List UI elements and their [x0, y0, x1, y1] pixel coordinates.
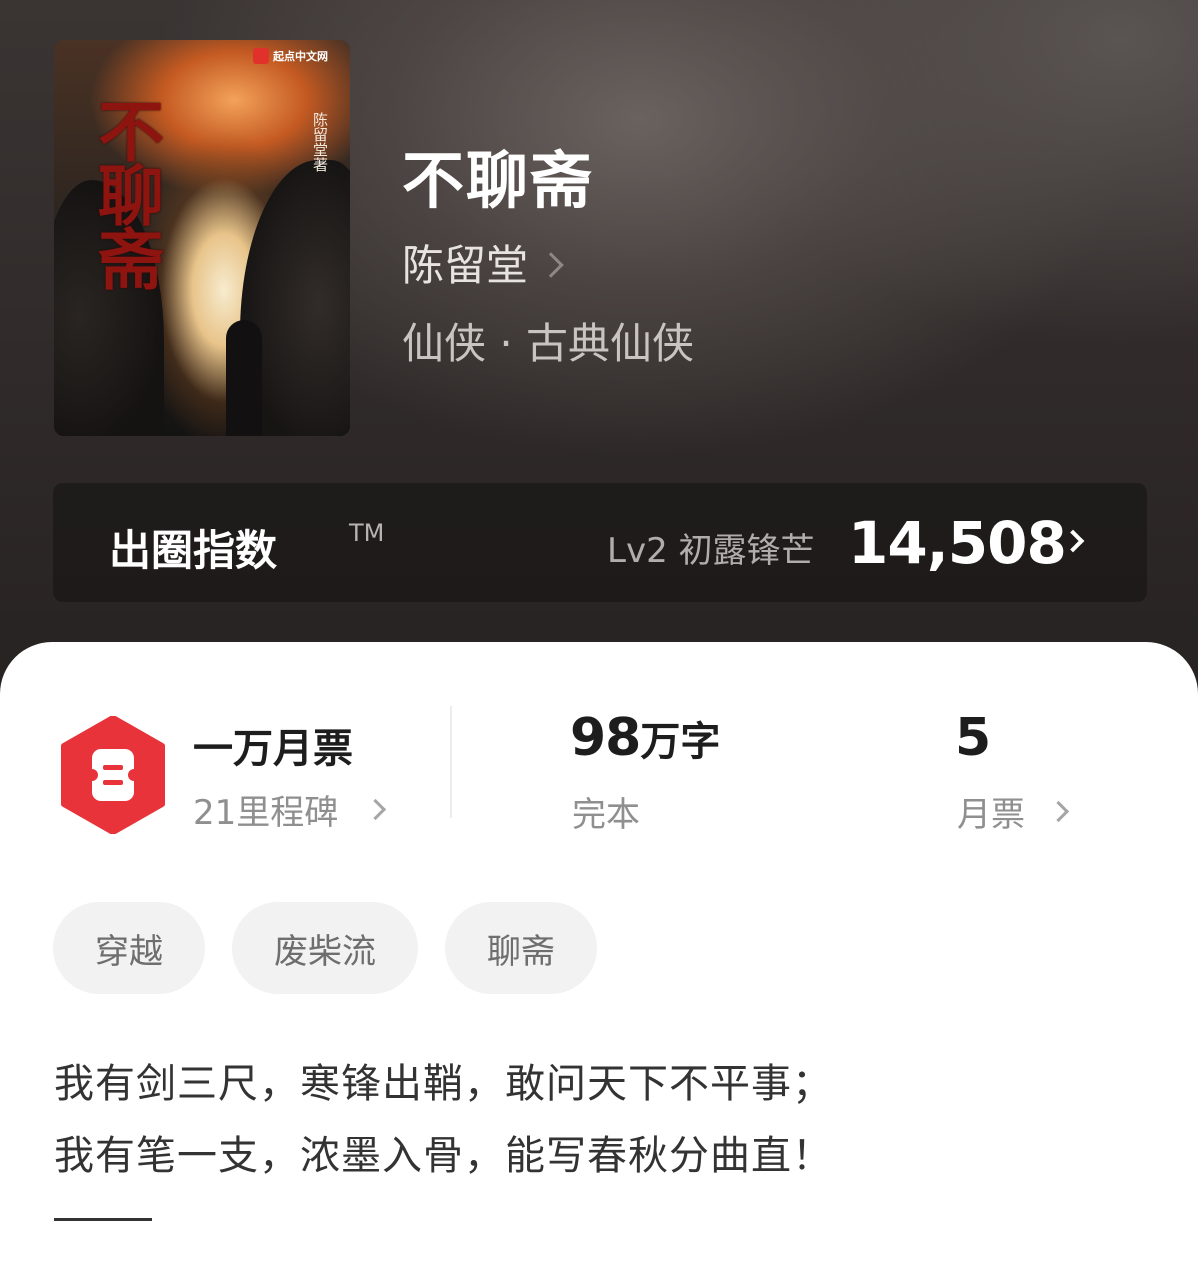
tickets-milestone-title: 一万月票	[193, 726, 353, 772]
book-genre: 仙侠 · 古典仙侠	[402, 319, 695, 368]
index-value: 14,508	[848, 509, 1067, 577]
monthly-votes-value: 5	[955, 708, 992, 768]
milestones-link[interactable]: 21里程碑	[193, 785, 387, 834]
popularity-index-bar[interactable]: 出圈指数 TM Lv2 初露锋芒 14,508	[53, 483, 1147, 602]
word-count-unit: 万字	[640, 719, 721, 765]
author-link[interactable]: 陈留堂	[402, 232, 564, 293]
chevron-right-icon	[1047, 800, 1070, 823]
word-count: 98万字	[570, 708, 720, 768]
author-name: 陈留堂	[402, 241, 529, 290]
monthly-ticket-badge-icon[interactable]	[60, 716, 166, 834]
publisher-logo-icon	[253, 48, 269, 64]
word-count-number: 98	[570, 708, 641, 768]
monthly-votes-label: 月票	[957, 795, 1025, 835]
tag-list: 穿越 废柴流 聊斋	[53, 902, 597, 994]
description-dash	[54, 1218, 152, 1221]
index-label: 出圈指数	[109, 526, 278, 575]
chevron-right-icon	[538, 251, 564, 278]
stats-divider	[450, 706, 452, 818]
tag-chip[interactable]: 穿越	[53, 902, 205, 994]
cover-author-vertical: 陈留堂著	[311, 112, 329, 172]
book-description[interactable]: 我有剑三尺，寒锋出鞘，敢问天下不平事； 我有笔一支，浓墨入骨，能写春秋分曲直！	[54, 1048, 1154, 1192]
book-cover[interactable]: 起点中文网 不聊斋 陈留堂著	[54, 40, 350, 436]
chevron-right-icon	[365, 798, 387, 821]
tag-chip[interactable]: 聊斋	[445, 902, 597, 994]
book-header: 起点中文网 不聊斋 陈留堂著 不聊斋 陈留堂 仙侠 · 古典仙侠 出圈指数 TM…	[0, 0, 1198, 720]
cover-figure	[226, 320, 262, 436]
book-title: 不聊斋	[402, 144, 595, 217]
monthly-votes-link[interactable]: 月票	[957, 787, 1070, 836]
cover-title-art: 不聊斋	[98, 93, 164, 299]
publisher-name: 起点中文网	[273, 50, 328, 63]
tag-chip[interactable]: 废柴流	[232, 902, 418, 994]
description-line: 我有剑三尺，寒锋出鞘，敢问天下不平事；	[54, 1061, 833, 1107]
description-line: 我有笔一支，浓墨入骨，能写春秋分曲直！	[54, 1133, 833, 1179]
index-level: Lv2 初露锋芒	[607, 531, 815, 571]
trademark-mark: TM	[349, 519, 385, 547]
book-status: 完本	[572, 795, 640, 835]
cover-publisher: 起点中文网	[253, 48, 328, 64]
milestones-label: 21里程碑	[193, 793, 339, 833]
